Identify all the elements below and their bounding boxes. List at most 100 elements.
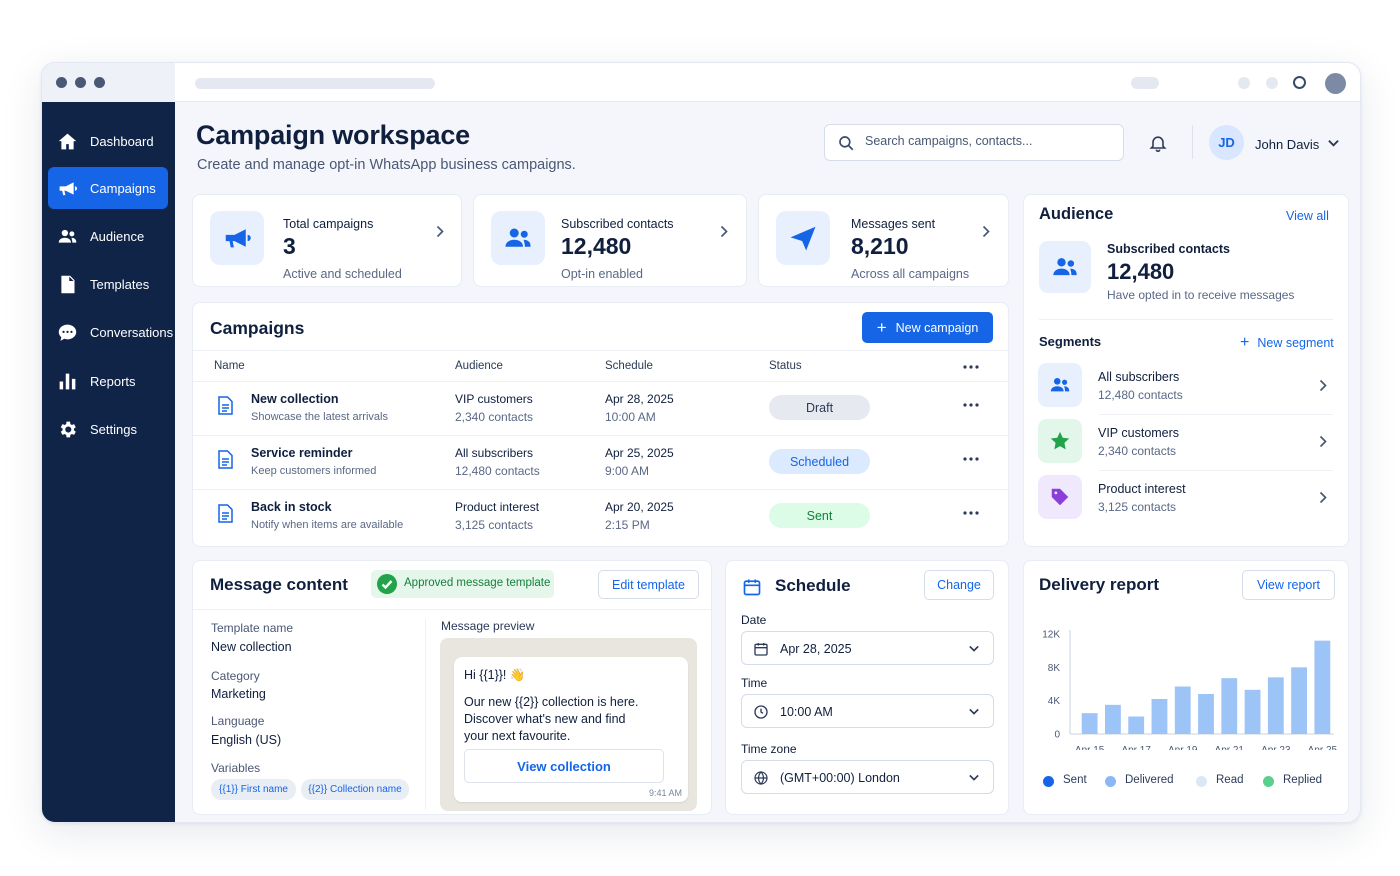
- page-title: Campaign workspace: [196, 120, 470, 150]
- stat-card-messages[interactable]: Messages sent 8,210 Across all campaigns: [758, 194, 1009, 287]
- x-tick-label: Apr 17: [1121, 745, 1151, 750]
- segment-item[interactable]: Product interest 3,125 contacts: [1038, 469, 1334, 525]
- view-report-button[interactable]: View report: [1242, 570, 1335, 600]
- window-dot-icon[interactable]: [75, 77, 86, 88]
- profile-avatar[interactable]: [1325, 73, 1346, 94]
- window-dot-icon[interactable]: [94, 77, 105, 88]
- chart-bar[interactable]: [1104, 704, 1121, 734]
- date-value: Apr 28, 2025: [780, 642, 852, 656]
- campaigns-card: Campaigns + New campaign Name Audience S…: [192, 302, 1009, 547]
- bell-icon[interactable]: [1148, 133, 1168, 153]
- campaign-audience: Product interest: [455, 500, 540, 514]
- chevron-right-icon: [720, 225, 728, 238]
- change-schedule-button[interactable]: Change: [924, 570, 994, 600]
- segment-item[interactable]: All subscribers 12,480 contacts: [1038, 357, 1334, 413]
- campaign-audience-count: 12,480 contacts: [455, 464, 540, 478]
- campaign-description: Showcase the latest arrivals: [251, 411, 388, 423]
- sidebar-item-campaigns[interactable]: Campaigns: [48, 167, 168, 209]
- table-row[interactable]: New collection Showcase the latest arriv…: [193, 382, 1008, 436]
- chart-bar[interactable]: [1244, 689, 1261, 734]
- date-select[interactable]: Apr 28, 2025: [741, 631, 994, 665]
- chart-bar[interactable]: [1128, 716, 1145, 735]
- new-campaign-button[interactable]: + New campaign: [862, 312, 993, 343]
- divider: [193, 609, 711, 610]
- message-content-title: Message content: [210, 575, 348, 594]
- table-row[interactable]: Service reminder Keep customers informed…: [193, 436, 1008, 490]
- campaign-audience-count: 3,125 contacts: [455, 518, 534, 532]
- segment-item[interactable]: VIP customers 2,340 contacts: [1038, 413, 1334, 469]
- user-name[interactable]: John Davis: [1255, 137, 1319, 152]
- legend-label: Replied: [1283, 774, 1322, 786]
- x-tick-label: Apr 25: [1308, 745, 1338, 750]
- timezone-select[interactable]: (GMT+00:00) London: [741, 760, 994, 794]
- legend-label: Sent: [1063, 774, 1087, 786]
- table-row[interactable]: Back in stock Notify when items are avai…: [193, 490, 1008, 544]
- segment-name: Product interest: [1098, 482, 1186, 496]
- column-header-status[interactable]: Status: [769, 360, 802, 372]
- chart-bar[interactable]: [1198, 694, 1214, 734]
- column-header-schedule[interactable]: Schedule: [605, 360, 653, 372]
- chart-bar[interactable]: [1174, 686, 1191, 735]
- address-bar[interactable]: [195, 78, 435, 89]
- chart-bar[interactable]: [1151, 699, 1168, 734]
- campaign-audience: VIP customers: [455, 392, 533, 406]
- more-icon[interactable]: [963, 364, 979, 370]
- sidebar-item-settings[interactable]: Settings: [48, 408, 168, 450]
- variable-chip[interactable]: {{1}} First name: [211, 779, 296, 800]
- column-header-audience[interactable]: Audience: [455, 360, 503, 372]
- timezone-label: Time zone: [741, 742, 797, 756]
- chart-bar[interactable]: [1221, 678, 1238, 734]
- variable-chip[interactable]: {{2}} Collection name: [301, 779, 409, 800]
- stat-card-contacts[interactable]: Subscribed contacts 12,480 Opt-in enable…: [473, 194, 747, 287]
- stat-card-campaigns[interactable]: Total campaigns 3 Active and scheduled: [192, 194, 462, 287]
- x-tick-label: Apr 15: [1075, 745, 1105, 750]
- more-icon[interactable]: [963, 402, 979, 408]
- sidebar-item-dashboard[interactable]: Dashboard: [48, 120, 168, 162]
- chart-bar[interactable]: [1267, 677, 1284, 734]
- campaign-audience: All subscribers: [455, 446, 534, 460]
- legend-swatch: [1196, 776, 1207, 787]
- campaign-name[interactable]: Back in stock: [251, 500, 332, 514]
- more-icon[interactable]: [963, 510, 979, 516]
- new-segment-button[interactable]: + New segment: [1240, 335, 1334, 351]
- campaigns-title: Campaigns: [210, 318, 305, 338]
- chevron-down-icon: [969, 774, 979, 781]
- campaign-name[interactable]: Service reminder: [251, 446, 352, 460]
- stat-label: Messages sent: [851, 217, 936, 231]
- chart-bar[interactable]: [1291, 667, 1308, 734]
- sidebar-item-templates[interactable]: Templates: [48, 263, 168, 305]
- approved-badge: Approved message template: [371, 570, 554, 598]
- delivery-report-card: Delivery report View report 12K 8K 4K 0 Apr …: [1023, 560, 1349, 815]
- chart-bar[interactable]: [1314, 640, 1331, 734]
- chat-icon: [58, 324, 77, 341]
- more-icon[interactable]: [963, 456, 979, 462]
- ring-icon[interactable]: [1293, 76, 1306, 89]
- time-select[interactable]: 10:00 AM: [741, 694, 994, 728]
- x-tick-label: Apr 19: [1168, 745, 1198, 750]
- sidebar-item-reports[interactable]: Reports: [48, 360, 168, 402]
- clock-icon: [754, 705, 768, 719]
- edit-template-button[interactable]: Edit template: [598, 570, 699, 599]
- search-input[interactable]: [865, 134, 1105, 148]
- chart-bar[interactable]: [1081, 713, 1098, 734]
- view-collection-button[interactable]: View collection: [464, 749, 664, 783]
- search-box[interactable]: [824, 124, 1124, 161]
- send-icon: [790, 226, 816, 251]
- campaign-name[interactable]: New collection: [251, 392, 339, 406]
- chevron-down-icon[interactable]: [1328, 139, 1339, 147]
- view-all-link[interactable]: View all: [1286, 209, 1329, 223]
- column-header-name[interactable]: Name: [214, 360, 245, 372]
- users-icon: [58, 229, 77, 243]
- sidebar-item-audience[interactable]: Audience: [48, 215, 168, 257]
- sidebar-item-conversations[interactable]: Conversations: [48, 311, 173, 353]
- template-name-value: New collection: [211, 640, 292, 654]
- toolbar-circle-icon[interactable]: [1238, 77, 1250, 89]
- avatar[interactable]: JD: [1209, 125, 1244, 160]
- divider: [193, 350, 1008, 351]
- plus-icon: +: [876, 318, 887, 337]
- toolbar-circle-icon[interactable]: [1266, 77, 1278, 89]
- status-badge: Sent: [769, 503, 870, 528]
- timezone-value: (GMT+00:00) London: [780, 771, 900, 785]
- campaign-date: Apr 20, 2025: [605, 500, 674, 514]
- window-dot-icon[interactable]: [56, 77, 67, 88]
